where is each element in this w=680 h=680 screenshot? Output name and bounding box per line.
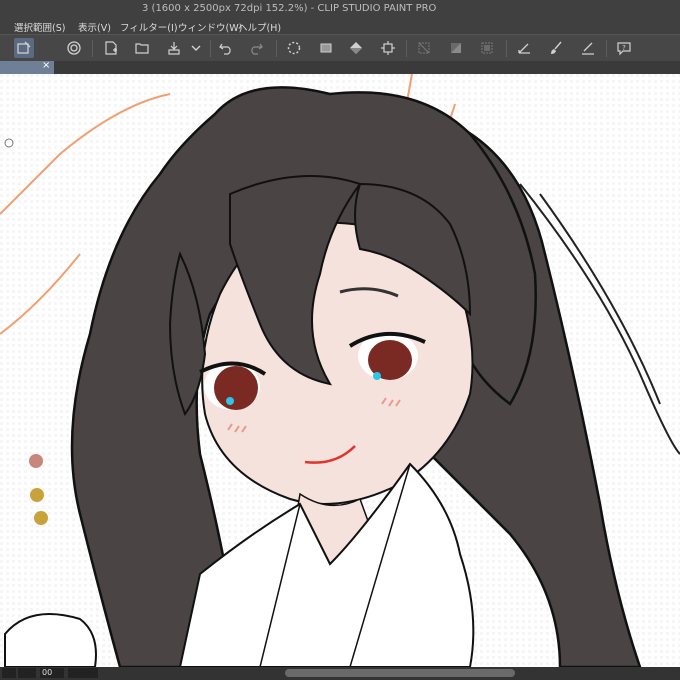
document-tab-bar: ×: [0, 60, 680, 74]
tab-close-button[interactable]: ×: [42, 60, 50, 71]
navigator-field[interactable]: [2, 668, 16, 678]
undo-icon: [219, 43, 231, 55]
new-file-button[interactable]: [101, 38, 121, 58]
reference-button[interactable]: [64, 38, 84, 58]
clear-selection-button[interactable]: [414, 38, 434, 58]
toolbar-separator: [92, 40, 93, 57]
loading-icon: [287, 41, 301, 55]
pen-tool-icon: [518, 43, 530, 54]
open-file-button[interactable]: [132, 38, 152, 58]
toolbar-separator: [276, 40, 277, 57]
layer-select-button[interactable]: [14, 38, 34, 58]
transform-icon: [320, 43, 332, 53]
artwork: [0, 74, 680, 667]
open-file-icon: [135, 43, 149, 54]
selection-border-icon: [481, 42, 493, 54]
dropdown-chevron-icon: [191, 45, 201, 51]
loading-button[interactable]: [284, 38, 304, 58]
save-icon: [168, 42, 180, 55]
toolbar-separator: [606, 40, 607, 57]
menu-window[interactable]: ウィンドウ(W): [178, 20, 242, 34]
draw-tool-icon: [582, 42, 594, 55]
help-icon: ?: [617, 42, 631, 56]
rotation-field[interactable]: [18, 668, 36, 678]
save-button[interactable]: [164, 38, 184, 58]
command-bar: ?: [0, 34, 680, 63]
color-swatch-gold: [30, 488, 44, 502]
window-title: 3 (1600 x 2500px 72dpi 152.2%) - CLIP ST…: [142, 3, 437, 14]
clear-selection-icon: [418, 42, 430, 54]
reference-icon: [67, 41, 81, 55]
toolbar-separator: [506, 40, 507, 57]
horizontal-scrollbar[interactable]: [285, 669, 515, 677]
crop-button[interactable]: [378, 38, 398, 58]
redo-icon: [251, 43, 263, 55]
transform-button[interactable]: [316, 38, 336, 58]
angle-field[interactable]: [68, 668, 98, 678]
document-tab[interactable]: ×: [0, 60, 54, 74]
title-bar: 3 (1600 x 2500px 72dpi 152.2%) - CLIP ST…: [0, 0, 680, 18]
redo-button[interactable]: [246, 38, 266, 58]
menu-selection[interactable]: 選択範囲(S): [14, 20, 65, 34]
color-swatch-pink: [29, 454, 43, 468]
invert-selection-icon: [451, 43, 461, 53]
brush-tool-button[interactable]: [546, 38, 566, 58]
menu-view[interactable]: 表示(V): [78, 20, 111, 34]
status-bar: 00: [0, 667, 680, 680]
crop-icon: [381, 41, 395, 55]
draw-tool-button[interactable]: [578, 38, 598, 58]
new-file-icon: [105, 41, 117, 55]
layer-select-icon: [17, 41, 31, 54]
zoom-input[interactable]: 00: [40, 668, 64, 678]
hand: [4, 613, 97, 667]
pen-tool-button[interactable]: [514, 38, 534, 58]
toolbar-separator: [406, 40, 407, 57]
menu-bar: 選択範囲(S) 表示(V) フィルター(I) ウィンドウ(W) ヘルプ(H): [0, 18, 680, 34]
save-options-dropdown[interactable]: [186, 38, 206, 58]
fill-button[interactable]: [346, 38, 366, 58]
svg-text:?: ?: [622, 44, 626, 52]
undo-button[interactable]: [216, 38, 236, 58]
toolbar-separator: [210, 40, 211, 57]
help-button[interactable]: ?: [614, 38, 634, 58]
menu-help[interactable]: ヘルプ(H): [238, 20, 281, 34]
fill-icon: [350, 42, 362, 54]
selection-border-button[interactable]: [477, 38, 497, 58]
drawing-canvas[interactable]: [0, 74, 680, 667]
brush-tool-icon: [551, 41, 562, 54]
menu-filter[interactable]: フィルター(I): [120, 20, 178, 34]
color-swatch-gold: [34, 511, 48, 525]
invert-selection-button[interactable]: [446, 38, 466, 58]
